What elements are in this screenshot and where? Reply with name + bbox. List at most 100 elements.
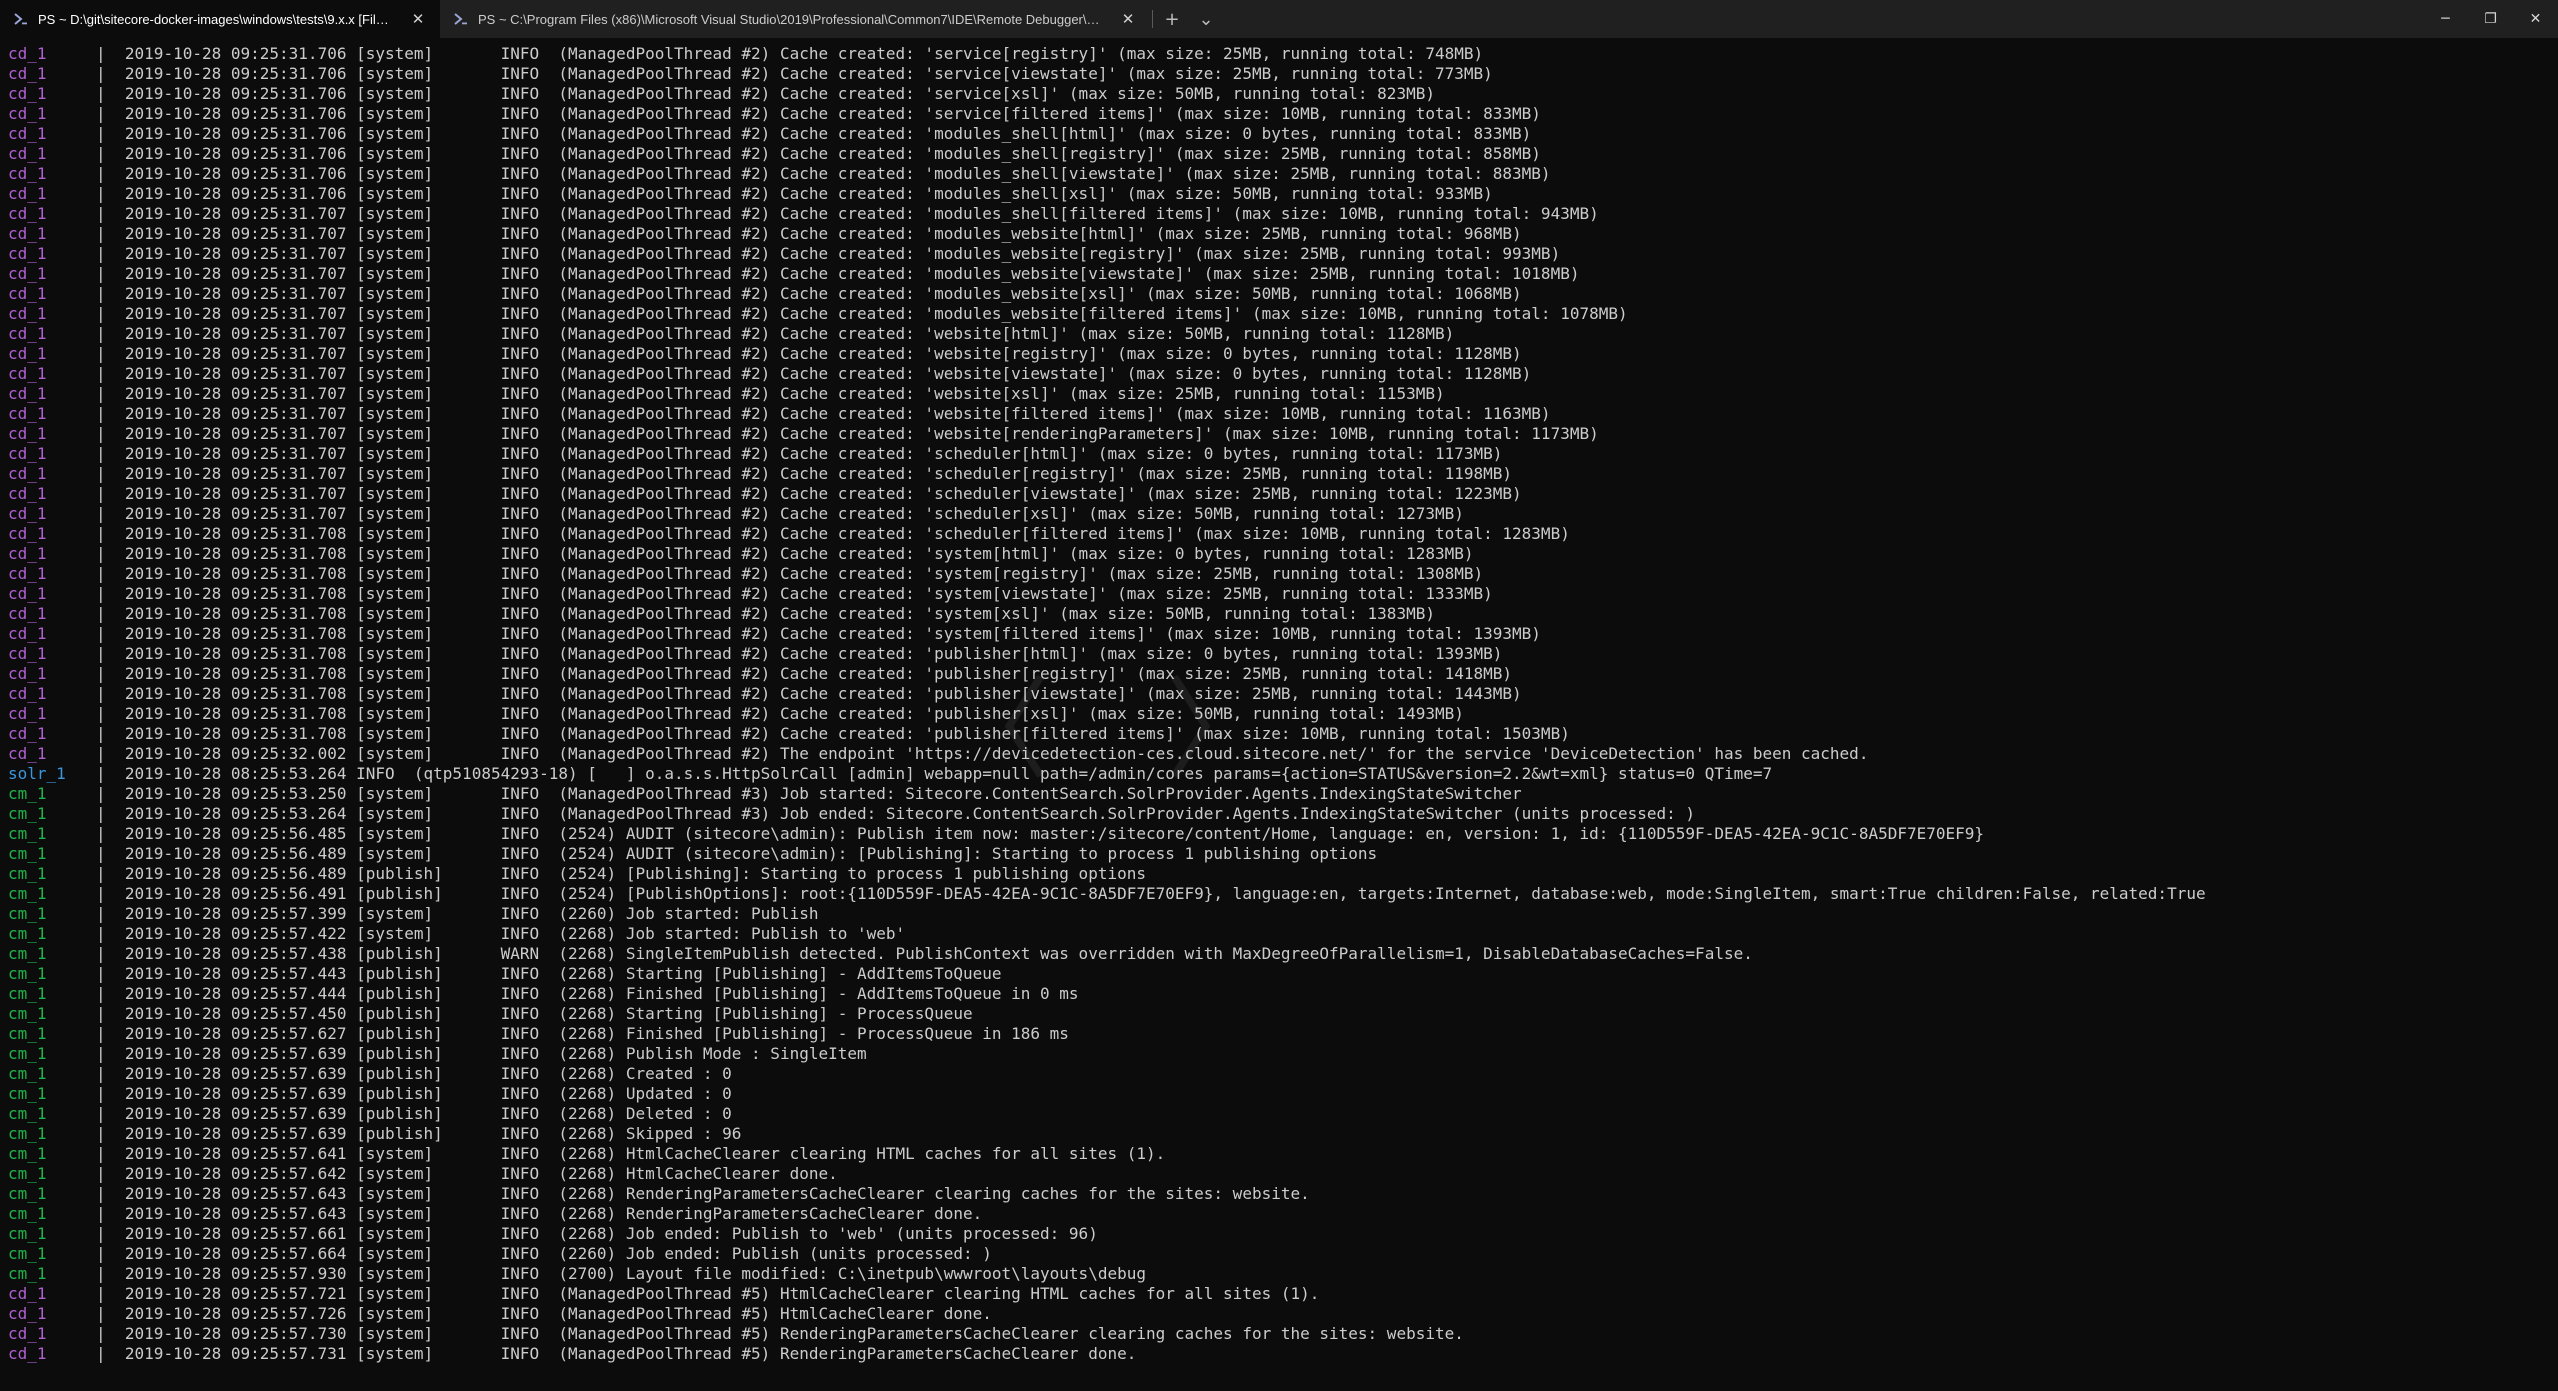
log-line: cm_1 | 2019-10-28 09:25:56.489 [system] I… (8, 844, 2558, 864)
log-line: cm_1 | 2019-10-28 09:25:57.399 [system] I… (8, 904, 2558, 924)
log-message: 2019-10-28 09:25:57.641 [system] INFO (2… (124, 1144, 1166, 1163)
powershell-icon (452, 10, 470, 28)
column-separator: | (96, 144, 125, 163)
tab-close-icon[interactable]: ✕ (1116, 7, 1140, 31)
column-separator: | (96, 1024, 125, 1043)
service-name: cm_1 (8, 824, 47, 843)
column-separator: | (96, 1204, 125, 1223)
service-name: cd_1 (8, 224, 47, 243)
service-name: cd_1 (8, 124, 47, 143)
log-message: 2019-10-28 09:25:57.661 [system] INFO (2… (124, 1224, 1098, 1243)
column-separator: | (96, 684, 125, 703)
service-name: cd_1 (8, 1284, 47, 1303)
tab-bar: PS ~ D:\git\sitecore-docker-images\windo… (0, 0, 2558, 38)
column-separator: | (96, 304, 125, 323)
column-separator: | (96, 924, 125, 943)
column-separator: | (96, 164, 125, 183)
column-separator: | (96, 1124, 125, 1143)
log-line: cd_1 | 2019-10-28 09:25:31.707 [system] I… (8, 384, 2558, 404)
column-separator: | (96, 364, 125, 383)
service-name: cm_1 (8, 1024, 47, 1043)
column-separator: | (96, 1224, 125, 1243)
service-name: cm_1 (8, 1064, 47, 1083)
column-separator: | (96, 664, 125, 683)
log-message: 2019-10-28 09:25:31.708 [system] INFO (M… (124, 644, 1503, 663)
column-separator: | (96, 944, 125, 963)
tab-close-icon[interactable]: ✕ (406, 7, 430, 31)
new-tab-plus-icon[interactable]: + (1155, 0, 1189, 38)
log-line: cd_1 | 2019-10-28 09:25:31.707 [system] I… (8, 504, 2558, 524)
column-separator: | (96, 1344, 125, 1363)
minimize-icon[interactable]: ─ (2423, 0, 2468, 38)
log-line: cd_1 | 2019-10-28 09:25:31.706 [system] I… (8, 144, 2558, 164)
log-message: 2019-10-28 09:25:31.707 [system] INFO (M… (124, 264, 1580, 283)
column-separator: | (96, 604, 125, 623)
log-message: 2019-10-28 09:25:31.707 [system] INFO (M… (124, 404, 1551, 423)
column-separator: | (96, 864, 125, 883)
service-name: cd_1 (8, 464, 47, 483)
log-line: cd_1 | 2019-10-28 09:25:31.707 [system] I… (8, 364, 2558, 384)
service-name: cm_1 (8, 904, 47, 923)
log-message: 2019-10-28 09:25:31.706 [system] INFO (M… (124, 104, 1541, 123)
column-separator: | (96, 104, 125, 123)
log-line: cm_1 | 2019-10-28 09:25:57.422 [system] I… (8, 924, 2558, 944)
log-line: cd_1 | 2019-10-28 09:25:31.708 [system] I… (8, 524, 2558, 544)
log-line: cd_1 | 2019-10-28 09:25:31.708 [system] I… (8, 664, 2558, 684)
log-message: 2019-10-28 09:25:31.708 [system] INFO (M… (124, 544, 1474, 563)
log-line: cd_1 | 2019-10-28 09:25:31.707 [system] I… (8, 304, 2558, 324)
service-name: cd_1 (8, 524, 47, 543)
column-separator: | (96, 44, 125, 63)
tab-powershell-sitecore-tests[interactable]: PS ~ D:\git\sitecore-docker-images\windo… (0, 0, 440, 38)
log-message: 2019-10-28 09:25:56.489 [system] INFO (2… (124, 844, 1378, 863)
service-name: cd_1 (8, 604, 47, 623)
tab-powershell-remote-debugger[interactable]: PS ~ C:\Program Files (x86)\Microsoft Vi… (440, 0, 1150, 38)
maximize-icon[interactable]: ❐ (2468, 0, 2513, 38)
log-line: cd_1 | 2019-10-28 09:25:57.726 [system] I… (8, 1304, 2558, 1324)
column-separator: | (96, 724, 125, 743)
service-name: cd_1 (8, 584, 47, 603)
log-line: cd_1 | 2019-10-28 09:25:57.721 [system] I… (8, 1284, 2558, 1304)
service-name: cm_1 (8, 1104, 47, 1123)
column-separator: | (96, 464, 125, 483)
log-message: 2019-10-28 09:25:31.708 [system] INFO (M… (124, 664, 1513, 683)
log-line: cd_1 | 2019-10-28 09:25:31.707 [system] I… (8, 344, 2558, 364)
terminal-output[interactable]: cd_1 | 2019-10-28 09:25:31.706 [system] I… (0, 44, 2558, 1384)
window-close-icon[interactable]: ✕ (2513, 0, 2558, 38)
titlebar-drag-area[interactable] (1223, 0, 2423, 38)
log-line: cd_1 | 2019-10-28 09:25:31.706 [system] I… (8, 124, 2558, 144)
log-message: 2019-10-28 09:25:57.726 [system] INFO (M… (124, 1304, 992, 1323)
log-line: cd_1 | 2019-10-28 09:25:31.707 [system] I… (8, 204, 2558, 224)
column-separator: | (96, 64, 125, 83)
service-name: cd_1 (8, 404, 47, 423)
service-name: cd_1 (8, 104, 47, 123)
service-name: cm_1 (8, 784, 47, 803)
service-name: cd_1 (8, 484, 47, 503)
service-name: cd_1 (8, 1344, 47, 1363)
column-separator: | (96, 344, 125, 363)
service-name: cd_1 (8, 704, 47, 723)
log-message: 2019-10-28 09:25:31.706 [system] INFO (M… (124, 44, 1484, 63)
service-name: cm_1 (8, 924, 47, 943)
tab-title: PS ~ D:\git\sitecore-docker-images\windo… (38, 11, 394, 27)
column-separator: | (96, 184, 125, 203)
column-separator: | (96, 824, 125, 843)
tab-dropdown-chevron-icon[interactable]: ⌄ (1189, 0, 1223, 38)
log-message: 2019-10-28 09:25:31.708 [system] INFO (M… (124, 604, 1435, 623)
log-line: cm_1 | 2019-10-28 09:25:56.491 [publish] … (8, 884, 2558, 904)
service-name: cd_1 (8, 324, 47, 343)
log-message: 2019-10-28 09:25:57.664 [system] INFO (2… (124, 1244, 992, 1263)
log-message: 2019-10-28 09:25:31.708 [system] INFO (M… (124, 624, 1541, 643)
log-message: 2019-10-28 09:25:31.707 [system] INFO (M… (124, 384, 1445, 403)
log-message: 2019-10-28 09:25:31.707 [system] INFO (M… (124, 484, 1522, 503)
service-name: cd_1 (8, 724, 47, 743)
log-message: 2019-10-28 09:25:31.706 [system] INFO (M… (124, 64, 1493, 83)
log-line: cd_1 | 2019-10-28 09:25:31.706 [system] I… (8, 104, 2558, 124)
column-separator: | (96, 804, 125, 823)
log-message: 2019-10-28 09:25:57.639 [publish] INFO (… (124, 1084, 732, 1103)
log-message: 2019-10-28 09:25:31.708 [system] INFO (M… (124, 564, 1484, 583)
column-separator: | (96, 84, 125, 103)
log-line: cd_1 | 2019-10-28 09:25:31.706 [system] I… (8, 64, 2558, 84)
log-message: 2019-10-28 09:25:57.627 [publish] INFO (… (124, 1024, 1069, 1043)
log-line: cd_1 | 2019-10-28 09:25:31.706 [system] I… (8, 84, 2558, 104)
log-message: 2019-10-28 09:25:57.642 [system] INFO (2… (124, 1164, 838, 1183)
